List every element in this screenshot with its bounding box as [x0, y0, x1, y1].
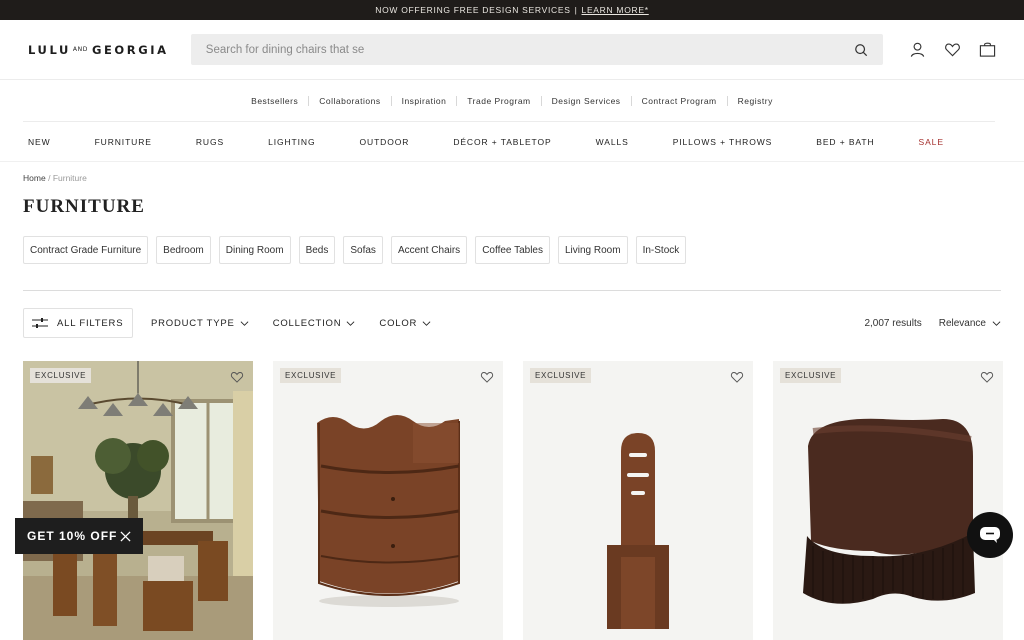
announcement-separator: | — [574, 5, 578, 15]
all-filters-button[interactable]: ALL FILTERS — [23, 308, 133, 338]
cart-bag-icon[interactable] — [979, 41, 996, 58]
nav-decor-tabletop[interactable]: DÉCOR + TABLETOP — [453, 137, 551, 147]
logo-word-georgia: GEORGIA — [91, 42, 169, 57]
breadcrumb-separator: / — [48, 173, 51, 183]
chevron-down-icon — [240, 320, 249, 326]
account-icon[interactable] — [909, 41, 926, 58]
collection-dropdown[interactable]: COLLECTION — [267, 318, 362, 329]
nav-walls[interactable]: WALLS — [596, 137, 629, 147]
chevron-down-icon — [992, 320, 1001, 326]
product-card[interactable]: EXCLUSIVE — [773, 361, 1003, 640]
announcement-text: NOW OFFERING FREE DESIGN SERVICES — [375, 5, 571, 15]
subnav-bestsellers[interactable]: Bestsellers — [241, 95, 310, 106]
wishlist-heart-icon[interactable] — [230, 370, 244, 384]
subnav-trade-program[interactable]: Trade Program — [457, 95, 542, 106]
chip-in-stock[interactable]: In-Stock — [635, 236, 687, 264]
chevron-down-icon — [346, 320, 355, 326]
sort-dropdown[interactable]: Relevance — [939, 318, 1001, 329]
breadcrumb-home[interactable]: Home — [23, 173, 46, 183]
announcement-bar: NOW OFFERING FREE DESIGN SERVICES | LEAR… — [0, 0, 1024, 20]
chat-button[interactable] — [967, 512, 1013, 558]
nightstand-image — [273, 361, 503, 640]
filter-bar: ALL FILTERS PRODUCT TYPE COLLECTION COLO… — [23, 308, 1001, 338]
page-title: FURNITURE — [23, 196, 145, 217]
learn-more-link[interactable]: LEARN MORE* — [582, 5, 649, 15]
chip-dining-room[interactable]: Dining Room — [218, 236, 291, 264]
subnav-design-services[interactable]: Design Services — [542, 95, 632, 106]
chip-accent-chairs[interactable]: Accent Chairs — [390, 236, 468, 264]
results-count: 2,007 results — [864, 317, 922, 329]
search-icon[interactable] — [854, 43, 868, 57]
all-filters-label: ALL FILTERS — [57, 317, 124, 329]
logo[interactable]: LULU AND GEORGIA — [28, 43, 191, 57]
dining-room-scene-image — [23, 361, 253, 640]
wishlist-heart-icon[interactable] — [730, 370, 744, 384]
chip-sofas[interactable]: Sofas — [343, 236, 383, 264]
site-header: LULU AND GEORGIA — [0, 20, 1024, 80]
chip-bedroom[interactable]: Bedroom — [156, 236, 211, 264]
wishlist-heart-icon[interactable] — [980, 370, 994, 384]
chair-image — [523, 361, 753, 640]
nav-new[interactable]: NEW — [28, 137, 51, 147]
collection-label: COLLECTION — [272, 317, 342, 329]
product-card[interactable]: EXCLUSIVE — [523, 361, 753, 640]
subnav-registry[interactable]: Registry — [728, 96, 783, 106]
product-card[interactable]: EXCLUSIVE — [23, 361, 253, 640]
discount-promo-button[interactable]: GET 10% OFF — [15, 518, 143, 554]
secondary-nav: Bestsellers Collaborations Inspiration T… — [0, 80, 1024, 121]
chip-coffee-tables[interactable]: Coffee Tables — [475, 236, 550, 264]
nav-outdoor[interactable]: OUTDOOR — [360, 137, 410, 147]
exclusive-badge: EXCLUSIVE — [30, 368, 92, 383]
subnav-contract-program[interactable]: Contract Program — [632, 95, 728, 106]
nav-sale[interactable]: SALE — [919, 137, 944, 147]
ottoman-image — [773, 361, 1003, 640]
close-icon[interactable] — [120, 530, 131, 542]
results-and-sort: 2,007 results Relevance — [864, 318, 1001, 329]
chip-contract-grade-furniture[interactable]: Contract Grade Furniture — [23, 236, 149, 264]
chip-living-room[interactable]: Living Room — [557, 236, 628, 264]
exclusive-badge: EXCLUSIVE — [780, 368, 842, 383]
nav-pillows-throws[interactable]: PILLOWS + THROWS — [673, 137, 773, 147]
product-card[interactable]: EXCLUSIVE — [273, 361, 503, 640]
wishlist-heart-icon[interactable] — [944, 41, 961, 58]
sort-label: Relevance — [938, 317, 986, 329]
breadcrumb: Home / Furniture — [23, 173, 87, 183]
promo-label: GET 10% OFF — [27, 529, 118, 543]
nav-lighting[interactable]: LIGHTING — [268, 137, 315, 147]
exclusive-badge: EXCLUSIVE — [280, 368, 342, 383]
search-input[interactable] — [205, 43, 854, 56]
subnav-collaborations[interactable]: Collaborations — [309, 95, 392, 106]
category-chips: Contract Grade Furniture Bedroom Dining … — [23, 236, 687, 264]
chat-bubble-icon — [980, 527, 1000, 543]
sliders-icon — [32, 318, 48, 328]
nav-rugs[interactable]: RUGS — [196, 137, 224, 147]
color-label: COLOR — [379, 317, 418, 329]
exclusive-badge: EXCLUSIVE — [530, 368, 592, 383]
color-dropdown[interactable]: COLOR — [373, 318, 437, 329]
nav-bed-bath[interactable]: BED + BATH — [816, 137, 874, 147]
chip-beds[interactable]: Beds — [298, 236, 336, 264]
section-divider — [23, 290, 1001, 291]
subnav-inspiration[interactable]: Inspiration — [392, 95, 458, 106]
product-type-dropdown[interactable]: PRODUCT TYPE — [145, 318, 255, 329]
wishlist-heart-icon[interactable] — [480, 370, 494, 384]
product-grid: EXCLUSIVE EXCLUSIVE EXCLUSIVE EXCLUSIVE — [23, 361, 1003, 640]
logo-word-lulu: LULU — [28, 42, 71, 57]
header-icons — [909, 41, 996, 58]
search-bar[interactable] — [190, 34, 883, 65]
breadcrumb-current: Furniture — [52, 173, 87, 183]
product-type-label: PRODUCT TYPE — [151, 317, 235, 329]
logo-word-and: AND — [72, 46, 88, 53]
chevron-down-icon — [422, 320, 431, 326]
nav-furniture[interactable]: FURNITURE — [95, 137, 152, 147]
main-nav: NEW FURNITURE RUGS LIGHTING OUTDOOR DÉCO… — [0, 122, 1024, 162]
